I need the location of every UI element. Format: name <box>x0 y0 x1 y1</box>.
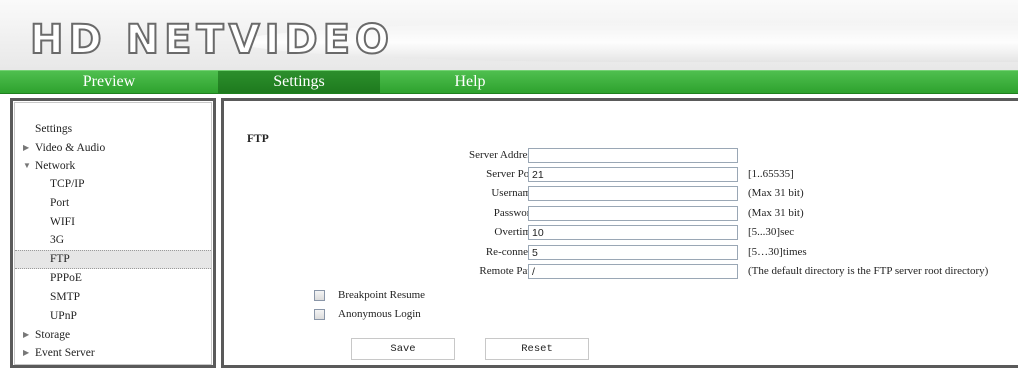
sidebar-item-ftp[interactable]: FTP <box>15 250 211 269</box>
tree-item-label: Video & Audio <box>35 142 106 154</box>
tree-item-event-server[interactable]: ▶ Event Server <box>15 344 211 362</box>
sidebar-item-wifi[interactable]: WIFI <box>15 213 211 231</box>
reconnect-hint: [5…30]times <box>748 246 807 258</box>
content-panel: FTP Server Address: Server Port: [1..655… <box>221 98 1018 368</box>
sidebar-item-smtp[interactable]: SMTP <box>15 288 211 306</box>
server-address-input[interactable] <box>528 148 738 163</box>
reconnect-input[interactable] <box>528 245 738 260</box>
header-banner: HD NETVIDEO <box>0 0 1018 70</box>
expand-right-icon: ▶ <box>23 330 30 339</box>
sidebar-item-upnp[interactable]: UPnP <box>15 307 211 325</box>
sidebar-item-label: 3G <box>50 234 65 246</box>
anonymous-login-checkbox[interactable] <box>314 309 325 320</box>
form-row-remote-path: Remote Path: (The default directory is t… <box>224 264 1018 280</box>
sidebar-item-pppoe[interactable]: PPPoE <box>15 269 211 287</box>
nav-settings[interactable]: Settings <box>218 71 380 93</box>
sidebar-item-label: WIFI <box>50 216 75 228</box>
sidebar-item-label: Port <box>50 197 70 209</box>
tree-item-label: Storage <box>35 329 71 341</box>
form-row-server-port: Server Port: [1..65535] <box>224 167 1018 183</box>
sidebar-item-port[interactable]: Port <box>15 194 211 212</box>
username-hint: (Max 31 bit) <box>748 187 804 199</box>
tree-item-label: Event Server <box>35 347 95 359</box>
server-port-hint: [1..65535] <box>748 168 794 180</box>
sidebar: Settings ▶ Video & Audio ▼ Network TCP/I… <box>10 98 216 368</box>
logo-text: HD NETVIDEO <box>29 16 395 64</box>
nav-preview[interactable]: Preview <box>0 71 218 93</box>
expand-down-icon: ▼ <box>23 161 31 170</box>
tree-item-video-audio[interactable]: ▶ Video & Audio <box>15 139 211 157</box>
logo: HD NETVIDEO <box>29 16 395 64</box>
nav-help[interactable]: Help <box>380 71 560 93</box>
sidebar-item-label: UPnP <box>50 310 77 322</box>
password-hint: (Max 31 bit) <box>748 207 804 219</box>
overtime-input[interactable] <box>528 225 738 240</box>
save-button[interactable]: Save <box>351 338 455 360</box>
tree-item-network[interactable]: ▼ Network <box>15 157 211 175</box>
sidebar-item-label: FTP <box>50 253 70 265</box>
overtime-hint: [5...30]sec <box>748 226 795 238</box>
sidebar-item-3g[interactable]: 3G <box>15 231 211 249</box>
sidebar-item-label: SMTP <box>50 291 81 303</box>
form-row-username: Username: (Max 31 bit) <box>224 186 1018 202</box>
sidebar-title: Settings <box>35 123 73 135</box>
form-row-reconnect: Re-connect: [5…30]times <box>224 245 1018 261</box>
anonymous-login-label: Anonymous Login <box>338 308 421 320</box>
form-row-overtime: Overtime: [5...30]sec <box>224 225 1018 241</box>
expand-right-icon: ▶ <box>23 143 30 152</box>
form-row-password: Password: (Max 31 bit) <box>224 206 1018 222</box>
server-port-input[interactable] <box>528 167 738 182</box>
main-nav: Preview Settings Help <box>0 70 1018 94</box>
reset-button[interactable]: Reset <box>485 338 589 360</box>
remote-path-input[interactable] <box>528 264 738 279</box>
breakpoint-resume-checkbox[interactable] <box>314 290 325 301</box>
breakpoint-resume-label: Breakpoint Resume <box>338 289 426 301</box>
sidebar-item-tcpip[interactable]: TCP/IP <box>15 175 211 193</box>
sidebar-item-label: PPPoE <box>50 272 82 284</box>
password-input[interactable] <box>528 206 738 221</box>
sidebar-tree: Settings ▶ Video & Audio ▼ Network TCP/I… <box>14 102 212 365</box>
username-input[interactable] <box>528 186 738 201</box>
tree-item-storage[interactable]: ▶ Storage <box>15 326 211 344</box>
page-title: FTP <box>247 133 269 145</box>
expand-right-icon: ▶ <box>23 348 30 357</box>
form-row-server-address: Server Address: <box>224 148 1018 164</box>
tree-item-label: Network <box>35 160 76 172</box>
sidebar-item-label: TCP/IP <box>50 178 85 190</box>
remote-path-hint: (The default directory is the FTP server… <box>748 265 989 277</box>
